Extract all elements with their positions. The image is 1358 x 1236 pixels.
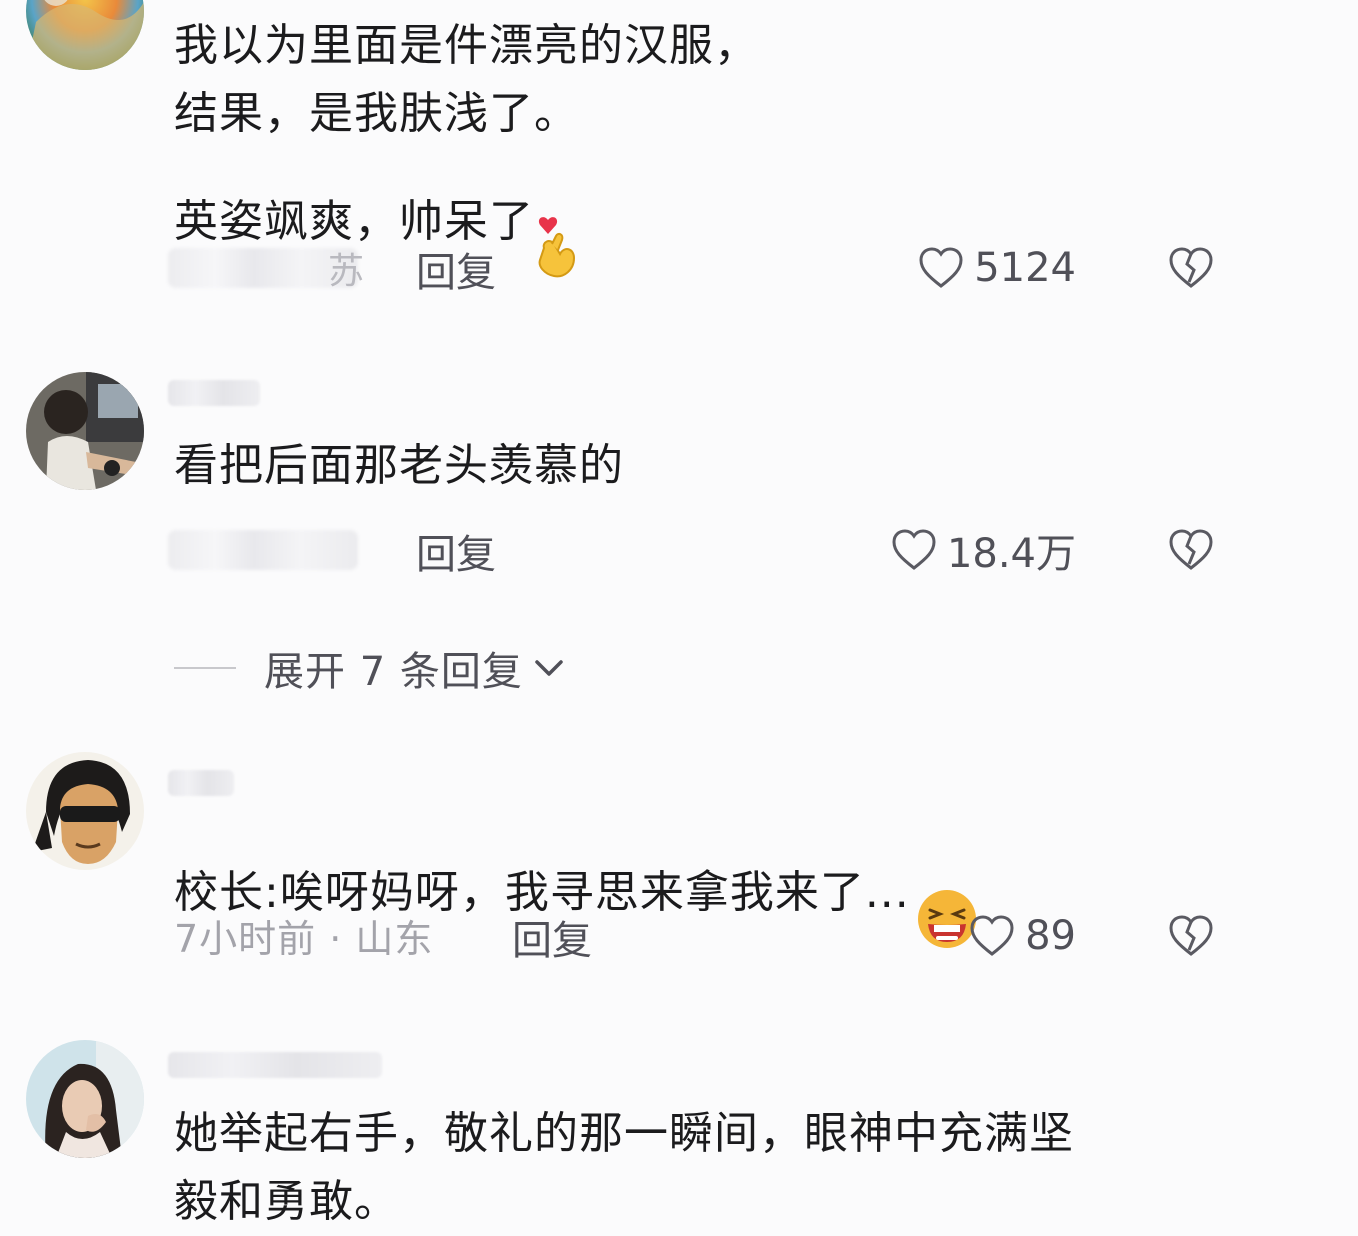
avatar[interactable]	[26, 372, 144, 490]
blurred-username-location	[168, 530, 358, 570]
expand-replies-button[interactable]: 展开 7 条回复	[174, 640, 567, 696]
blurred-username	[168, 770, 234, 796]
like-button[interactable]: 5124	[918, 240, 1076, 296]
comment-meta: 7小时前 · 山东 回复 89	[168, 908, 1268, 968]
blurred-username	[168, 1052, 382, 1078]
comment-text: 看把后面那老头羡慕的	[174, 440, 624, 491]
reply-button[interactable]: 回复	[416, 522, 496, 580]
heart-outline-icon	[892, 529, 936, 570]
dislike-button[interactable]	[1168, 912, 1214, 958]
avatar[interactable]	[26, 1040, 144, 1158]
comment-text: 她举起右手，敬礼的那一瞬间，眼神中充满坚 毅和勇敢。	[174, 1108, 1074, 1227]
like-count: 18.4万	[946, 531, 1076, 577]
chevron-down-icon	[535, 660, 563, 676]
reply-button[interactable]: 回复	[512, 908, 592, 966]
avatar[interactable]	[26, 752, 144, 870]
reply-button[interactable]: 回复	[416, 240, 496, 298]
blurred-username	[168, 380, 260, 406]
avatar[interactable]	[26, 0, 144, 70]
location-fragment: 苏	[328, 251, 365, 292]
divider-line	[174, 667, 236, 669]
heart-outline-icon	[970, 915, 1014, 956]
avatar-image	[26, 752, 144, 870]
like-button[interactable]: 18.4万	[891, 522, 1076, 578]
expand-replies-label: 展开 7 条回复	[264, 649, 523, 695]
dislike-button[interactable]	[1168, 526, 1214, 572]
like-button[interactable]: 89	[969, 908, 1076, 964]
avatar-image	[26, 0, 144, 70]
comment-meta: 苏 回复 5124	[168, 240, 1268, 300]
dislike-button[interactable]	[1168, 244, 1214, 290]
like-count: 5124	[974, 245, 1076, 291]
heart-outline-icon	[919, 247, 963, 288]
broken-heart-icon	[1169, 915, 1213, 956]
avatar-image	[26, 372, 144, 490]
comment-meta: 回复 18.4万	[168, 522, 1268, 582]
time-location: 7小时前 · 山东	[174, 917, 434, 961]
avatar-image	[26, 1040, 144, 1158]
broken-heart-icon	[1169, 529, 1213, 570]
broken-heart-icon	[1169, 247, 1213, 288]
like-count: 89	[1025, 913, 1076, 959]
